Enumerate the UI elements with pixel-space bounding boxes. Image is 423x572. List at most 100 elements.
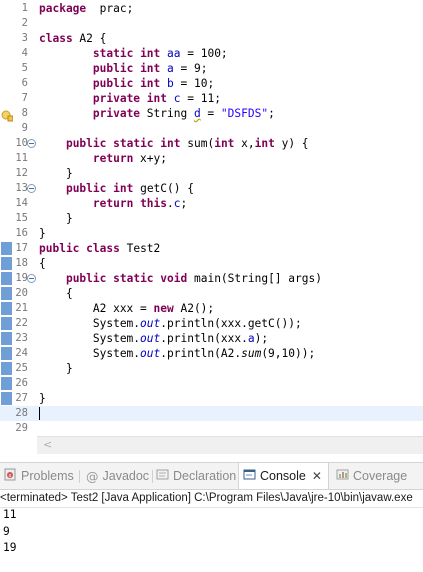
code-line[interactable]: 26 bbox=[0, 376, 423, 391]
code-token: y) { bbox=[274, 137, 309, 150]
tab-declaration[interactable]: Declaration bbox=[156, 463, 236, 489]
code-token: getC() { bbox=[133, 182, 194, 195]
line-number: 6 bbox=[21, 77, 28, 89]
declaration-icon bbox=[156, 464, 169, 490]
code-token: x, bbox=[234, 137, 255, 150]
code-line[interactable]: 10 public static int sum(int x,int y) { bbox=[0, 136, 423, 151]
code-line[interactable]: 19 public static void main(String[] args… bbox=[0, 271, 423, 286]
line-number: 29 bbox=[15, 422, 28, 434]
code-text: public int b = 10; bbox=[39, 76, 214, 91]
code-line[interactable]: 12 } bbox=[0, 166, 423, 181]
code-line[interactable]: 15 } bbox=[0, 211, 423, 226]
code-line[interactable]: 16} bbox=[0, 226, 423, 241]
code-line[interactable]: 14 return this.c; bbox=[0, 196, 423, 211]
code-token: } bbox=[39, 362, 73, 375]
code-line[interactable]: 22 System.out.println(xxx.getC()); bbox=[0, 316, 423, 331]
code-line[interactable]: 13 public int getC() { bbox=[0, 181, 423, 196]
code-token: = 100; bbox=[180, 47, 228, 60]
code-line[interactable]: 17 public class Test2 bbox=[0, 241, 423, 256]
code-text: System.out.println(xxx.a); bbox=[39, 331, 268, 346]
code-line[interactable]: 5 public int a = 9; bbox=[0, 61, 423, 76]
line-number: 24 bbox=[15, 347, 28, 359]
code-line[interactable]: 27} bbox=[0, 391, 423, 406]
code-token: = 9; bbox=[173, 62, 208, 75]
code-token: public bbox=[39, 242, 80, 255]
code-line[interactable]: 28 bbox=[0, 406, 423, 421]
code-token: { bbox=[39, 257, 46, 270]
tab-javadoc[interactable]: @ Javadoc bbox=[86, 463, 149, 489]
code-token: main(String[] args) bbox=[187, 272, 322, 285]
code-token: int bbox=[254, 137, 275, 150]
line-number: 3 bbox=[21, 32, 28, 44]
code-text: } bbox=[39, 166, 73, 181]
code-text: } bbox=[39, 361, 73, 376]
code-token: static bbox=[92, 47, 134, 60]
tab-javadoc-label: Javadoc bbox=[102, 469, 150, 483]
console-output-line: 19 bbox=[3, 541, 17, 554]
code-token: return bbox=[92, 152, 134, 165]
code-line[interactable]: 2 bbox=[0, 16, 423, 31]
fold-toggle-icon[interactable] bbox=[27, 274, 36, 283]
horizontal-scrollbar[interactable]: < bbox=[37, 436, 423, 454]
line-number: 9 bbox=[21, 122, 28, 134]
code-text: { bbox=[39, 286, 73, 301]
code-text: public static int sum(int x,int y) { bbox=[39, 136, 309, 151]
code-line[interactable]: 1 package prac; bbox=[0, 1, 423, 16]
code-line[interactable]: 4 static int aa = 100; bbox=[0, 46, 423, 61]
line-number: 20 bbox=[15, 287, 28, 299]
scroll-left-icon[interactable]: < bbox=[43, 438, 52, 451]
code-line[interactable]: 9 bbox=[0, 121, 423, 136]
fold-toggle-icon[interactable] bbox=[27, 139, 36, 148]
console-output[interactable]: 11 9 19 bbox=[0, 507, 423, 557]
code-editor[interactable]: 1 package prac; 2 3 class A2 {4 static int a… bbox=[0, 0, 423, 435]
code-token: b bbox=[167, 77, 174, 90]
code-token: c bbox=[173, 92, 181, 105]
tab-problems[interactable]: x Problems bbox=[4, 463, 74, 489]
code-token: int bbox=[214, 137, 235, 150]
code-line[interactable]: 6 public int b = 10; bbox=[0, 76, 423, 91]
code-token: System. bbox=[39, 317, 141, 330]
code-line[interactable]: 11 return x+y; bbox=[0, 151, 423, 166]
code-token: class bbox=[39, 32, 73, 45]
tab-console[interactable]: Console ✕ bbox=[238, 463, 329, 489]
tab-declaration-label: Declaration bbox=[173, 469, 237, 483]
code-token: = bbox=[200, 107, 221, 120]
code-token: new bbox=[153, 302, 174, 315]
line-number: 21 bbox=[15, 302, 28, 314]
code-line[interactable]: 29 bbox=[0, 421, 423, 435]
code-token: x+y; bbox=[133, 152, 167, 165]
code-line[interactable]: 21 A2 xxx = new A2(); bbox=[0, 301, 423, 316]
code-token: c bbox=[173, 197, 181, 210]
code-line[interactable]: 18 { bbox=[0, 256, 423, 271]
code-line[interactable]: 24 System.out.println(A2.sum(9,10)); bbox=[0, 346, 423, 361]
close-icon[interactable]: ✕ bbox=[312, 469, 322, 483]
line-number: 26 bbox=[15, 377, 28, 389]
tab-coverage[interactable]: Coverage bbox=[336, 463, 407, 489]
code-line[interactable]: 23 System.out.println(xxx.a); bbox=[0, 331, 423, 346]
line-number: 22 bbox=[15, 317, 28, 329]
problems-icon: x bbox=[4, 464, 17, 490]
code-text: } bbox=[39, 226, 46, 241]
code-token: .println(xxx.getC()); bbox=[160, 317, 302, 330]
fold-toggle-icon[interactable] bbox=[27, 184, 36, 193]
line-number: 4 bbox=[21, 47, 28, 59]
line-number: 11 bbox=[15, 152, 28, 164]
code-token: out bbox=[140, 317, 161, 330]
code-line[interactable]: 8 private String d = "DSFDS"; bbox=[0, 106, 423, 121]
code-line[interactable]: 7 private int c = 11; bbox=[0, 91, 423, 106]
code-token: A2(); bbox=[173, 302, 215, 315]
line-number: 17 bbox=[15, 242, 28, 254]
line-number: 18 bbox=[15, 257, 28, 269]
code-line[interactable]: 25 } bbox=[0, 361, 423, 376]
code-token: ; bbox=[180, 197, 188, 210]
code-line[interactable]: 3 class A2 { bbox=[0, 31, 423, 46]
line-number: 23 bbox=[15, 332, 28, 344]
code-token: { bbox=[39, 287, 73, 300]
code-line[interactable]: 20 { bbox=[0, 286, 423, 301]
code-token: out bbox=[140, 347, 161, 360]
code-token: int bbox=[146, 92, 168, 105]
